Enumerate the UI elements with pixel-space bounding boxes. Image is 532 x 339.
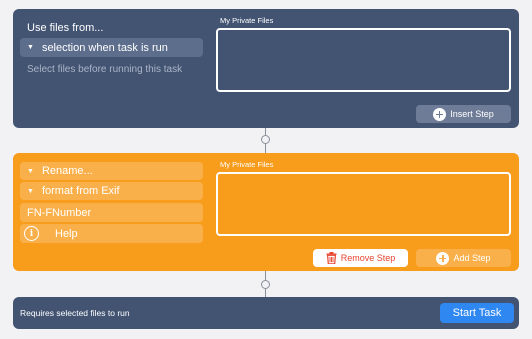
remove-step-label: Remove Step — [340, 253, 396, 263]
source-selector[interactable]: ▼ selection when task is run — [20, 38, 203, 57]
insert-step-label: Insert Step — [450, 109, 494, 119]
remove-step-button[interactable]: Remove Step — [313, 249, 408, 267]
triangle-down-icon: ▼ — [27, 187, 34, 195]
requirement-text: Requires selected files to run — [20, 308, 130, 318]
hint-text: Select files before running this task — [27, 64, 183, 75]
triangle-down-icon: ▼ — [27, 44, 34, 51]
destination-label: My Private Files — [220, 16, 274, 25]
info-icon: i — [24, 226, 39, 241]
action-selector[interactable]: ▼ Rename... — [20, 162, 203, 180]
help-label: Help — [55, 227, 78, 240]
destination-label: My Private Files — [220, 160, 274, 169]
format-selector[interactable]: ▼ format from Exif — [20, 182, 203, 200]
destination-drop-area[interactable] — [216, 172, 511, 236]
format-value-field[interactable]: FN-FNumber — [20, 203, 203, 222]
step-source-card: Use files from... ▼ selection when task … — [13, 9, 519, 128]
destination-drop-area[interactable] — [216, 28, 511, 92]
trash-icon — [326, 252, 337, 264]
format-option-label: format from Exif — [41, 185, 120, 197]
insert-step-button[interactable]: Insert Step — [416, 105, 511, 123]
source-option-label: selection when task is run — [41, 41, 168, 54]
format-value: FN-FNumber — [27, 206, 92, 219]
run-task-bar: Requires selected files to run Start Tas… — [13, 297, 519, 329]
help-button[interactable]: i Help — [20, 224, 203, 243]
start-task-button[interactable]: Start Task — [440, 303, 514, 323]
step-title: Use files from... — [27, 22, 104, 34]
plus-circle-icon — [436, 251, 450, 265]
add-step-button[interactable]: Add Step — [416, 249, 511, 267]
connector-node — [261, 135, 270, 144]
add-step-label: Add Step — [453, 253, 491, 263]
triangle-down-icon: ▼ — [27, 167, 34, 175]
step-rename-card: ▼ Rename... ▼ format from Exif FN-FNumbe… — [13, 153, 519, 271]
connector-node — [261, 280, 270, 289]
plus-circle-icon — [433, 107, 447, 121]
start-task-label: Start Task — [452, 307, 502, 319]
action-label: Rename... — [41, 165, 93, 177]
